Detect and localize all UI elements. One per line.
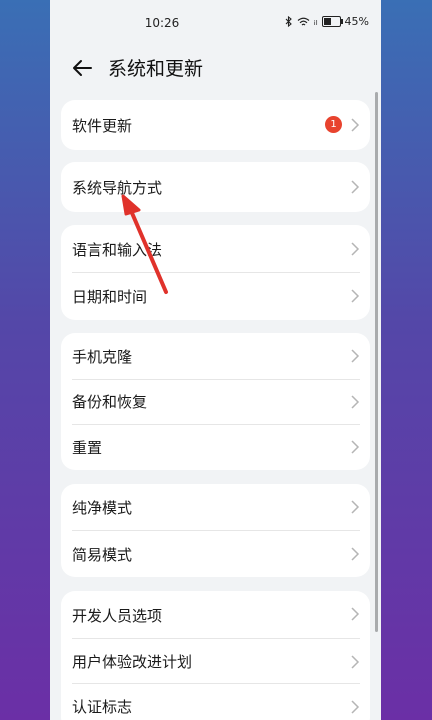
bluetooth-icon <box>285 16 292 27</box>
page-header: 系统和更新 <box>50 46 381 90</box>
list-item-label: 备份和恢复 <box>72 393 148 411</box>
list-item-label: 日期和时间 <box>72 288 148 306</box>
group-software-update: 软件更新 1 <box>61 100 370 150</box>
list-item-system-navigation[interactable]: 系统导航方式 <box>61 162 370 212</box>
chevron-right-icon <box>351 349 360 363</box>
status-time: 10:26 <box>144 16 180 30</box>
battery-icon <box>321 16 343 27</box>
chevron-right-icon <box>351 655 360 669</box>
list-item-reset[interactable]: 重置 <box>61 424 370 470</box>
chevron-right-icon <box>351 289 360 303</box>
group-language-date: 语言和输入法 日期和时间 <box>61 225 370 320</box>
list-item-user-experience[interactable]: 用户体验改进计划 <box>61 639 370 684</box>
back-arrow-icon[interactable] <box>70 56 94 80</box>
settings-screen: 10:26 ᵢₗ 45% 系统和更新 软件更新 1 系统导航方式 语言和输入法 … <box>50 0 381 720</box>
list-item-label: 重置 <box>72 438 103 457</box>
list-item-developer-options[interactable]: 开发人员选项 <box>61 591 370 639</box>
list-item-label: 纯净模式 <box>72 499 133 517</box>
list-item-software-update[interactable]: 软件更新 1 <box>61 100 370 150</box>
signal-icon: ᵢₗ <box>313 15 318 28</box>
list-item-pure-mode[interactable]: 纯净模式 <box>61 484 370 531</box>
page-title: 系统和更新 <box>108 58 204 80</box>
list-item-label: 简易模式 <box>72 545 133 564</box>
group-developer: 开发人员选项 用户体验改进计划 认证标志 <box>61 591 370 720</box>
chevron-right-icon <box>351 700 360 714</box>
group-modes: 纯净模式 简易模式 <box>61 484 370 577</box>
group-navigation: 系统导航方式 <box>61 162 370 212</box>
list-item-phone-clone[interactable]: 手机克隆 <box>61 333 370 379</box>
status-bar: 10:26 ᵢₗ 45% <box>50 0 381 46</box>
chevron-right-icon <box>351 500 360 514</box>
list-item-label: 软件更新 <box>72 116 133 135</box>
list-item-label: 系统导航方式 <box>72 178 163 197</box>
battery-percent: 45% <box>344 15 369 28</box>
list-item-backup-restore[interactable]: 备份和恢复 <box>61 379 370 424</box>
chevron-right-icon <box>351 440 360 454</box>
list-item-certification[interactable]: 认证标志 <box>61 684 370 720</box>
list-item-language-input[interactable]: 语言和输入法 <box>61 225 370 273</box>
list-item-label: 语言和输入法 <box>72 240 163 259</box>
chevron-right-icon <box>351 395 360 409</box>
list-item-date-time[interactable]: 日期和时间 <box>61 273 370 320</box>
list-item-simple-mode[interactable]: 简易模式 <box>61 531 370 577</box>
list-item-label: 开发人员选项 <box>72 606 163 625</box>
chevron-right-icon <box>351 180 360 194</box>
list-item-label: 认证标志 <box>72 698 133 716</box>
chevron-right-icon <box>351 547 360 561</box>
status-icons: ᵢₗ 45% <box>285 15 369 28</box>
chevron-right-icon <box>351 607 360 621</box>
update-badge: 1 <box>325 116 342 133</box>
list-item-label: 用户体验改进计划 <box>72 653 193 671</box>
chevron-right-icon <box>351 118 360 132</box>
chevron-right-icon <box>351 242 360 256</box>
group-clone-backup-reset: 手机克隆 备份和恢复 重置 <box>61 333 370 470</box>
wifi-icon <box>297 17 310 25</box>
scrollbar[interactable] <box>375 92 378 632</box>
list-item-label: 手机克隆 <box>72 347 133 366</box>
